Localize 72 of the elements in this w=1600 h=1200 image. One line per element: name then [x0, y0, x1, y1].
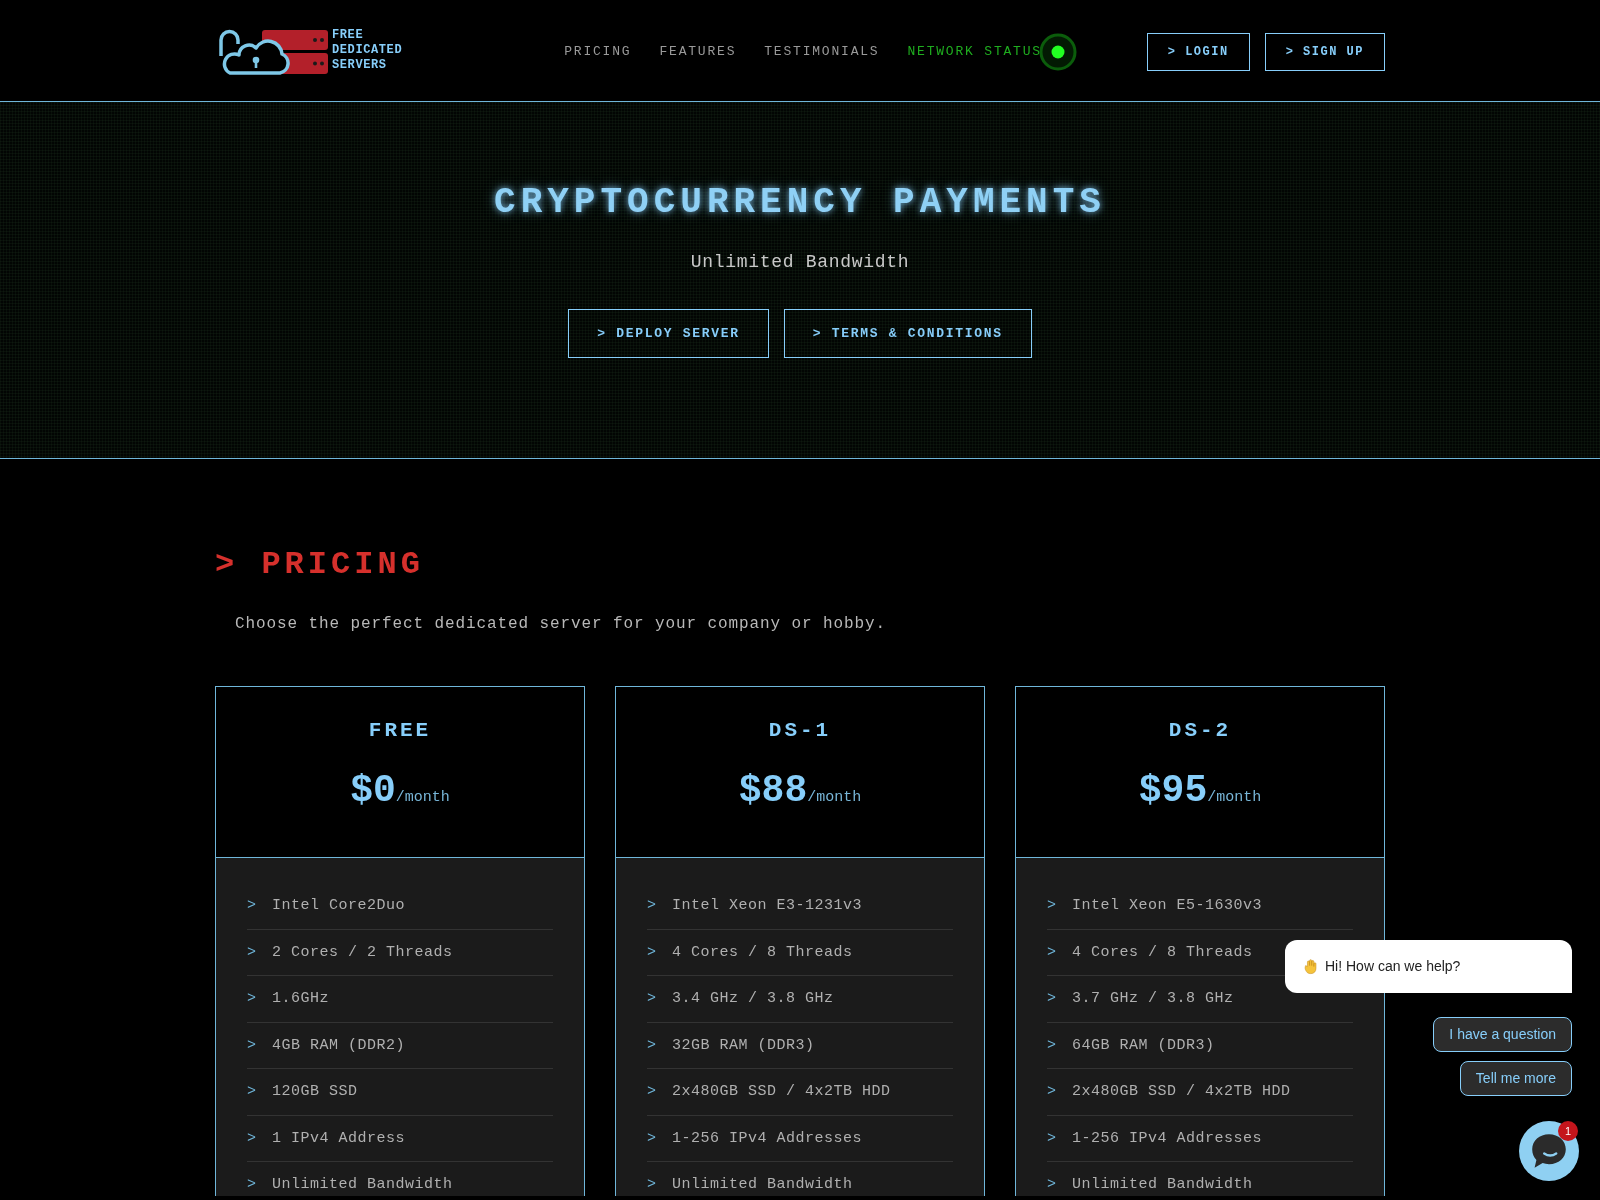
feature-text: 1 IPv4 Address: [272, 1129, 406, 1148]
plan-price: $88: [738, 769, 808, 812]
list-marker: >: [247, 1083, 257, 1101]
feature-text: 3.4 GHz / 3.8 GHz: [672, 990, 834, 1008]
quick-reply-button[interactable]: Tell me more: [1459, 1061, 1572, 1096]
feature-text: 32GB RAM (DDR3): [672, 1036, 815, 1055]
list-marker: >: [647, 897, 657, 915]
list-marker: >: [247, 990, 257, 1008]
feature-text: Intel Xeon E3-1231v3: [672, 897, 863, 915]
feature-text: 1-256 IPv4 Addresses: [672, 1129, 863, 1148]
feature-text: 4 Cores / 8 Threads: [1072, 943, 1253, 962]
sign-up-button[interactable]: > SIGN UP: [1264, 32, 1385, 71]
plan-name: FREE: [367, 718, 433, 743]
unread-count: 1: [1558, 1121, 1578, 1141]
feature-text: Intel Core2Duo: [272, 897, 406, 915]
hero-subtitle: Unlimited Bandwidth: [689, 251, 911, 274]
feature-text: 2 Cores / 2 Threads: [272, 943, 453, 962]
chat-icon: [1531, 1133, 1567, 1169]
list-marker: >: [647, 943, 657, 962]
list-marker: >: [247, 1036, 257, 1055]
list-marker: >: [247, 1129, 257, 1148]
hero-title: CRYPTOCURRENCY PAYMENTS: [493, 181, 1107, 224]
site-logo[interactable]: FREE DEDICATED SERVERS: [218, 27, 403, 76]
feature-text: 3.7 GHz / 3.8 GHz: [1072, 990, 1234, 1008]
feature-text: Unlimited Bandwidth: [672, 1176, 853, 1194]
plan-price: $0: [350, 769, 396, 812]
section-subtitle: Choose the perfect dedicated server for your company or hobby.: [234, 614, 888, 635]
nav-link[interactable]: PRICING: [564, 43, 632, 60]
list-marker: >: [647, 1036, 657, 1055]
list-marker: >: [647, 990, 657, 1008]
quick-reply-button[interactable]: I have a question: [1433, 1017, 1572, 1052]
deploy-server-button[interactable]: > DEPLOY SERVER: [568, 309, 769, 358]
price-period: /month: [395, 789, 450, 806]
feature-text: 120GB SSD: [272, 1083, 358, 1101]
network-status-link[interactable]: NETWORK STATUS: [907, 31, 1078, 72]
price-period: /month: [807, 789, 862, 806]
feature-text: 1.6GHz: [272, 990, 329, 1008]
list-marker: >: [1047, 1036, 1057, 1055]
feature-text: Unlimited Bandwidth: [272, 1176, 453, 1194]
list-marker: >: [247, 943, 257, 962]
chat-message-text: Hi! How can we help?: [1325, 957, 1461, 976]
nav-link[interactable]: TESTIMONIALS: [764, 43, 880, 60]
login-button[interactable]: > LOGIN: [1146, 32, 1250, 71]
list-marker: >: [647, 1176, 657, 1194]
feature-text: 2x480GB SSD / 4x2TB HDD: [672, 1083, 891, 1101]
feature-text: 1-256 IPv4 Addresses: [1072, 1129, 1263, 1148]
list-marker: >: [1047, 1176, 1057, 1194]
section-heading: > PRICING: [215, 546, 425, 584]
list-marker: >: [247, 897, 257, 915]
list-marker: >: [1047, 897, 1057, 915]
list-marker: >: [1047, 1083, 1057, 1101]
feature-text: 64GB RAM (DDR3): [1072, 1036, 1215, 1055]
feature-text: 4 Cores / 8 Threads: [672, 943, 853, 962]
list-marker: >: [247, 1176, 257, 1194]
nav-link[interactable]: FEATURES: [659, 43, 737, 60]
price-period: /month: [1207, 789, 1262, 806]
list-marker: >: [1047, 943, 1057, 962]
plan-name: DS-2: [1167, 718, 1233, 743]
list-marker: >: [647, 1083, 657, 1101]
chat-launcher-button[interactable]: 1: [1519, 1121, 1579, 1181]
hand-icon: [1303, 958, 1319, 975]
feature-text: 2x480GB SSD / 4x2TB HDD: [1072, 1083, 1291, 1101]
plan-name: DS-1: [767, 718, 833, 743]
logo-icon: [218, 27, 330, 76]
feature-text: 4GB RAM (DDR2): [272, 1036, 406, 1055]
terms-button[interactable]: > TERMS & CONDITIONS: [783, 309, 1032, 358]
list-marker: >: [647, 1129, 657, 1148]
feature-text: Intel Xeon E5-1630v3: [1072, 897, 1263, 915]
plan-price: $95: [1138, 769, 1208, 812]
list-marker: >: [1047, 990, 1057, 1008]
list-marker: >: [1047, 1129, 1057, 1148]
feature-text: Unlimited Bandwidth: [1072, 1176, 1253, 1194]
